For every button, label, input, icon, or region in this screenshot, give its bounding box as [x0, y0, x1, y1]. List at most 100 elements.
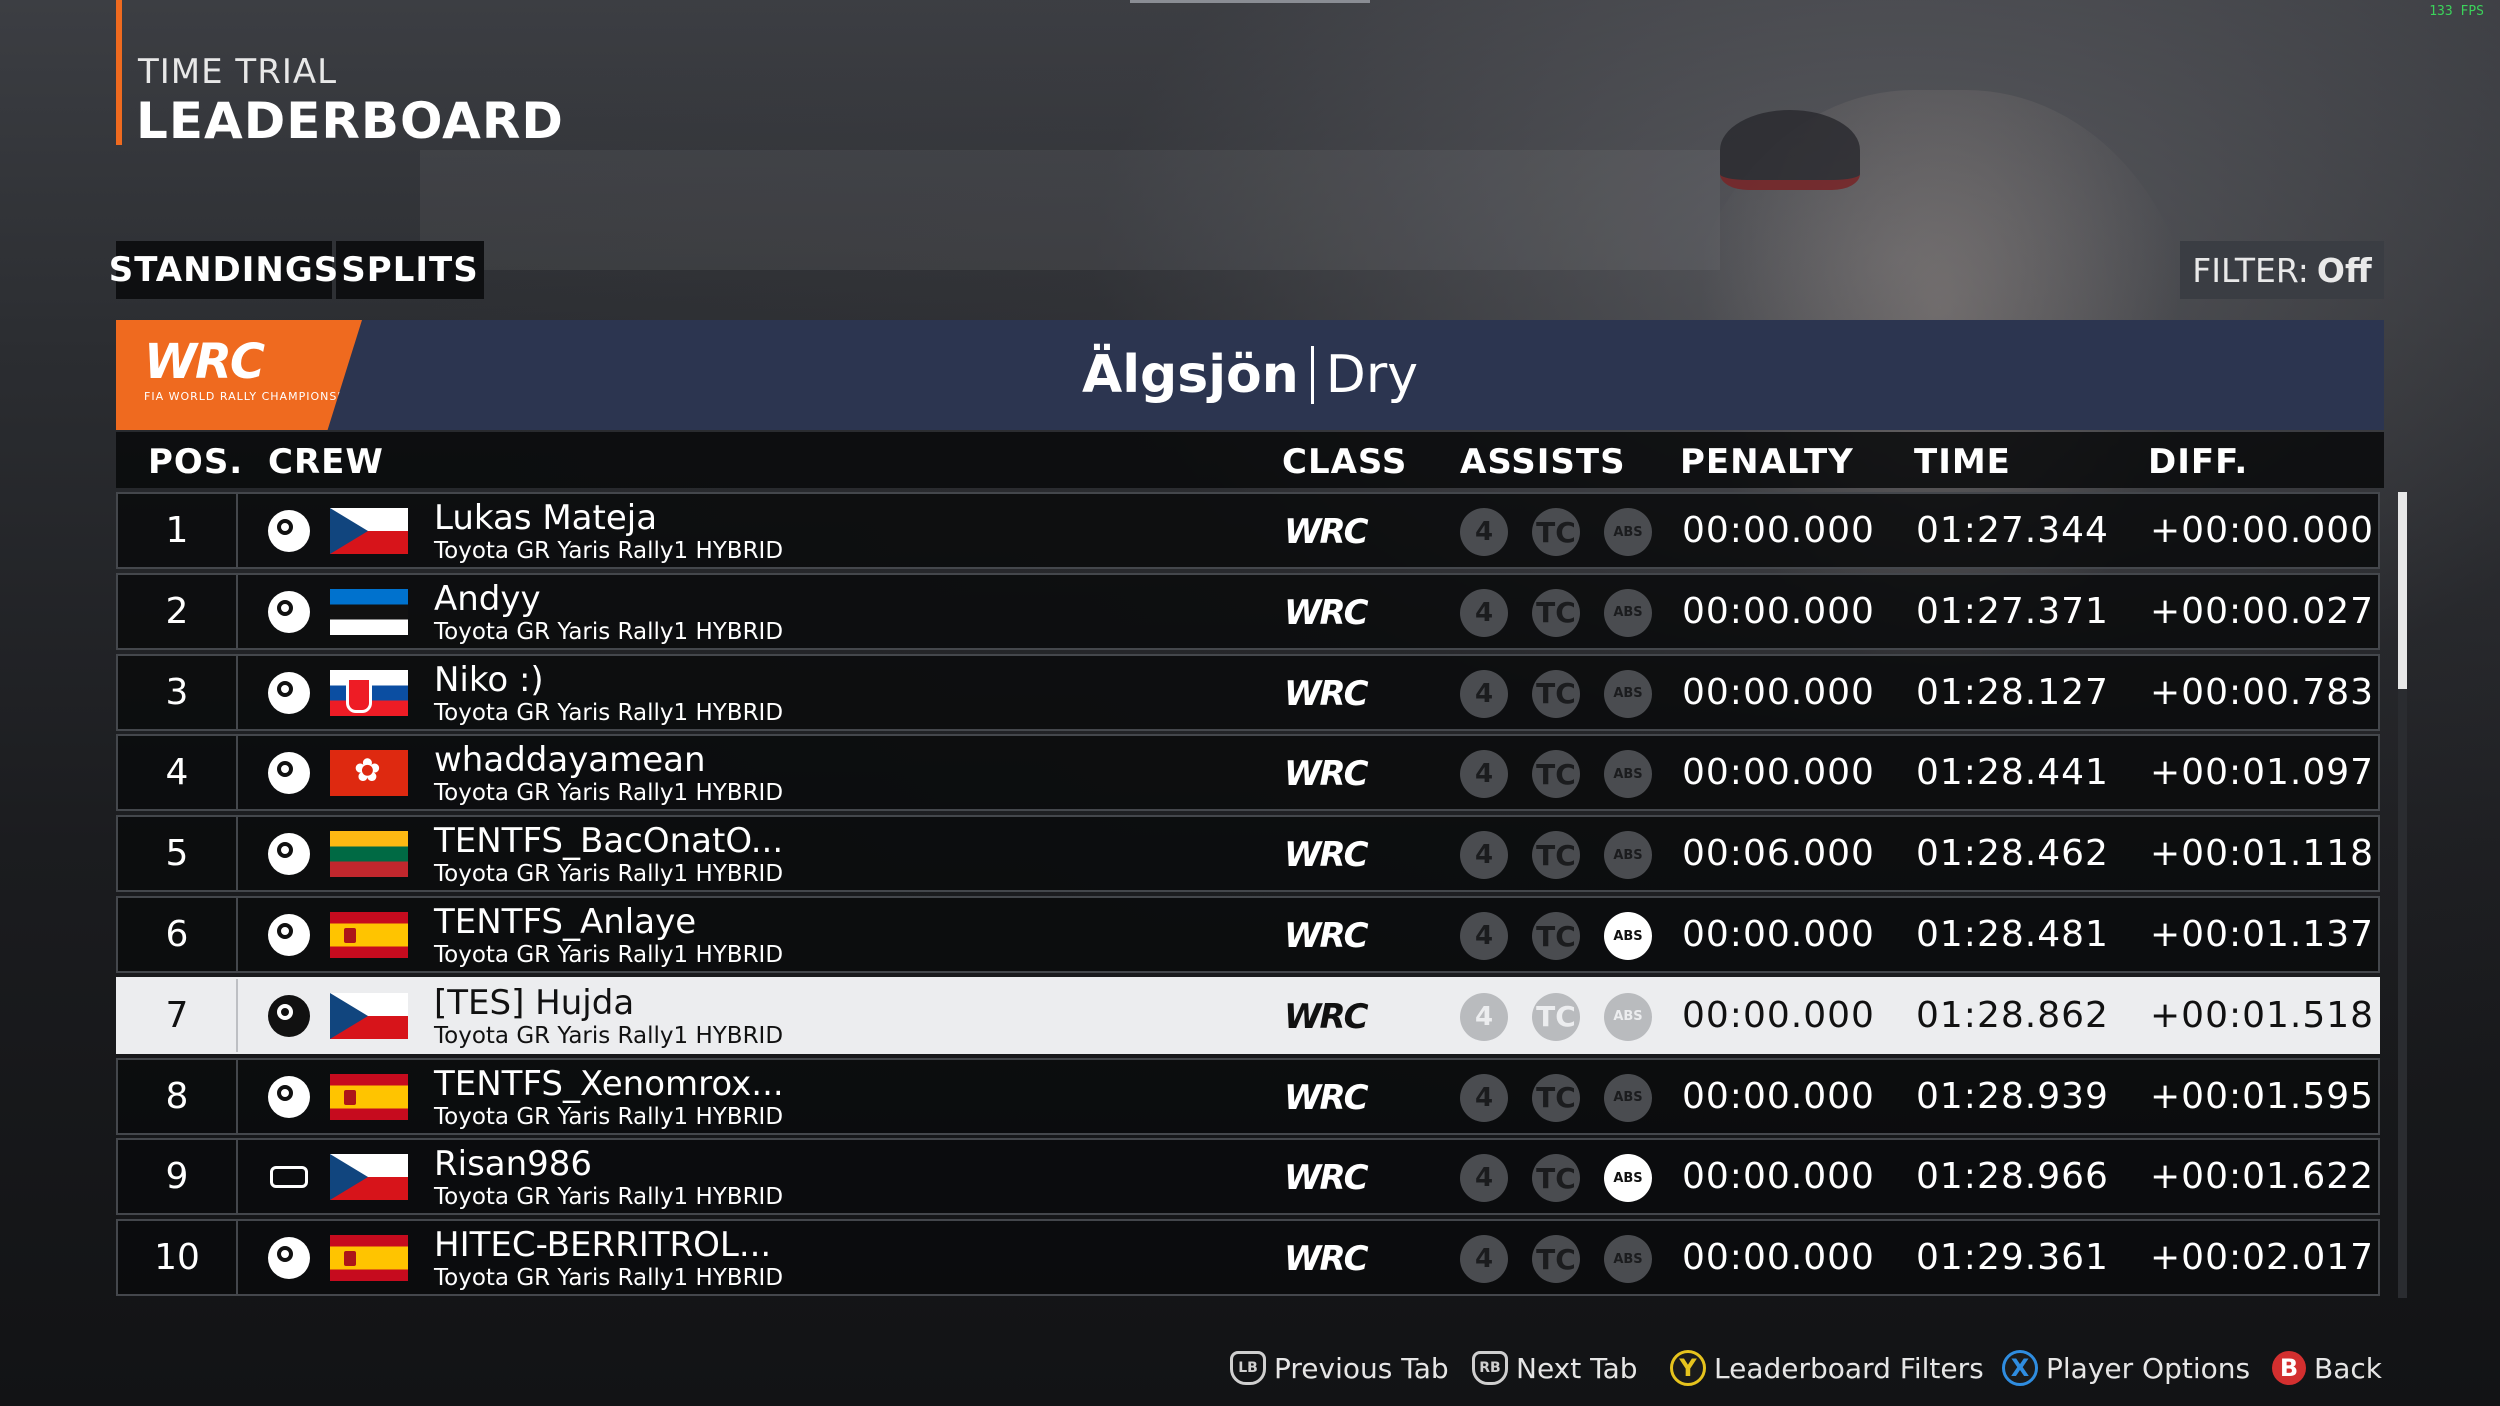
czech-flag [330, 508, 408, 554]
table-row[interactable]: 10 HITEC-BERRITROL... Toyota GR Yaris Rall… [116, 1219, 2380, 1297]
penalty-value: 00:00.000 [1682, 1156, 1875, 1198]
abs-assist-icon: ABS [1604, 1154, 1652, 1203]
crew-name: Niko :) [434, 659, 544, 700]
table-row[interactable]: 8 TENTFS_Xenomrox... Toyota GR Yaris Rally… [116, 1057, 2380, 1135]
class-wrc-logo: WRC [1284, 916, 1369, 956]
crew-name: Risan986 [434, 1144, 593, 1185]
penalty-value: 00:00.000 [1682, 914, 1875, 955]
table-row[interactable]: 5 TENTFS_BacOnatO... Toyota GR Yaris Rally… [116, 815, 2380, 893]
class-wrc-logo: WRC [1284, 512, 1369, 552]
tab-splits[interactable]: SPLITS [336, 241, 484, 299]
traction-control-assist-icon: TC [1532, 912, 1580, 960]
time-value: 01:28.462 [1916, 833, 2109, 875]
table-row[interactable]: 9 Risan986 Toyota GR Yaris Rally1 HYBRID WR… [116, 1138, 2380, 1216]
traction-control-assist-icon: TC [1532, 1235, 1580, 1284]
class-wrc-logo: WRC [1284, 592, 1369, 633]
page-title: LEADERBOARD [136, 92, 564, 150]
row-position: 4 [118, 736, 238, 810]
crew-name: [TES] Hujda [434, 982, 635, 1023]
time-value: 01:28.966 [1916, 1156, 2109, 1198]
class-wrc-logo: WRC [1284, 1158, 1369, 1199]
time-value: 01:27.371 [1916, 590, 2109, 632]
footer-player-options[interactable]: X Player Options [2002, 1346, 2250, 1390]
crew-car: Toyota GR Yaris Rally1 HYBRID [434, 538, 784, 564]
steam-icon [268, 1075, 310, 1118]
crew-name: TENTFS_Anlaye [434, 902, 697, 942]
footer-previous-tab[interactable]: LB Previous Tab [1230, 1346, 1449, 1390]
manual-gearbox-assist-icon: 4 [1460, 750, 1508, 799]
diff-value: +00:01.097 [2150, 752, 2375, 794]
scrollbar[interactable] [2398, 492, 2407, 1298]
time-value: 01:28.441 [1916, 752, 2109, 794]
spain-flag [330, 1073, 408, 1120]
class-wrc-logo: WRC [1284, 1077, 1369, 1118]
crew-name: TENTFS_BacOnatO... [434, 821, 784, 862]
footer-leaderboard-filters[interactable]: Y Leaderboard Filters [1670, 1346, 1984, 1390]
abs-assist-icon: ABS [1604, 508, 1652, 556]
crew-car: Toyota GR Yaris Rally1 HYBRID [434, 1022, 784, 1049]
footer-back[interactable]: B Back [2272, 1346, 2382, 1390]
col-penalty: PENALTY [1680, 442, 1854, 482]
diff-value: +00:00.000 [2150, 510, 2375, 551]
class-wrc-logo: WRC [1284, 996, 1369, 1037]
row-position: 10 [118, 1221, 238, 1295]
row-position: 3 [118, 655, 238, 729]
col-crew: CREW [268, 442, 384, 482]
scrollbar-thumb[interactable] [2398, 492, 2407, 689]
crew-name: TENTFS_Xenomrox... [434, 1063, 784, 1104]
stage-condition: Dry [1325, 345, 1418, 405]
manual-gearbox-assist-icon: 4 [1460, 992, 1508, 1041]
filter-button[interactable]: FILTER: Off [2180, 241, 2384, 299]
x-button-icon: X [2002, 1350, 2038, 1386]
fps-counter: 133 FPS [2429, 4, 2484, 19]
traction-control-assist-icon: TC [1532, 831, 1580, 880]
spain-flag [330, 912, 408, 958]
tab-standings[interactable]: STANDINGS [109, 241, 338, 299]
abs-assist-icon: ABS [1604, 750, 1652, 799]
crew-car: Toyota GR Yaris Rally1 HYBRID [434, 942, 784, 968]
class-wrc-logo: WRC [1284, 673, 1369, 714]
crew-car: Toyota GR Yaris Rally1 HYBRID [434, 699, 784, 726]
crew-car: Toyota GR Yaris Rally1 HYBRID [434, 861, 784, 888]
steam-icon [268, 510, 310, 552]
table-row[interactable]: 4 whaddayameanToyota GR Yaris Rally1 HYBR… [116, 734, 2380, 812]
steam-icon [268, 671, 310, 714]
class-wrc-logo: WRC [1284, 835, 1369, 876]
penalty-value: 00:00.000 [1682, 994, 1875, 1036]
traction-control-assist-icon: TC [1532, 1154, 1580, 1203]
diff-value: +00:01.622 [2150, 1156, 2375, 1198]
czech-flag [330, 1154, 408, 1201]
table-row[interactable]: 3 Niko :) Toyota GR Yaris Rally1 HYBRID WRC… [116, 653, 2380, 731]
filter-value: Off [2316, 250, 2372, 290]
crew-car: Toyota GR Yaris Rally1 HYBRID [434, 1265, 784, 1292]
col-diff: DIFF. [2148, 442, 2249, 482]
manual-gearbox-assist-icon: 4 [1460, 588, 1508, 637]
table-row[interactable]: 1 Lukas Mateja Toyota GR Yaris Rally1 HYBR… [116, 492, 2380, 569]
y-button-icon: Y [1670, 1350, 1706, 1386]
diff-value: +00:00.027 [2150, 590, 2375, 632]
diff-value: +00:00.783 [2150, 671, 2375, 713]
row-position: 1 [118, 494, 238, 567]
footer-next-tab[interactable]: RB Next Tab [1472, 1346, 1638, 1390]
penalty-value: 00:00.000 [1682, 590, 1875, 632]
crew-name: whaddayamean [434, 740, 706, 781]
table-row[interactable]: 6 TENTFS_Anlaye Toyota GR Yaris Rally1 HYB… [116, 896, 2380, 973]
background-cap [1720, 110, 1860, 190]
traction-control-assist-icon: TC [1532, 669, 1580, 718]
diff-value: +00:01.595 [2150, 1075, 2375, 1117]
table-row[interactable]: 7 [TES] Hujda Toyota GR Yaris Rally1 HYBRI… [116, 976, 2380, 1054]
row-position: 8 [118, 1059, 238, 1133]
row-position: 6 [118, 898, 238, 971]
steam-icon [268, 752, 310, 795]
penalty-value: 00:00.000 [1682, 1075, 1875, 1117]
manual-gearbox-assist-icon: 4 [1460, 1235, 1508, 1284]
table-row[interactable]: 2 Andyy Toyota GR Yaris Rally1 HYBRID WRC 4 T… [116, 572, 2380, 650]
spain-flag [330, 1235, 408, 1282]
crew-name: Lukas Mateja [434, 498, 658, 538]
rb-button-icon: RB [1472, 1351, 1508, 1385]
crew-car: Toyota GR Yaris Rally1 HYBRID [434, 780, 784, 807]
row-position: 5 [118, 817, 238, 891]
crew-car: Toyota GR Yaris Rally1 HYBRID [434, 618, 784, 645]
abs-assist-icon: ABS [1604, 1235, 1652, 1284]
background-blur [420, 150, 1720, 270]
